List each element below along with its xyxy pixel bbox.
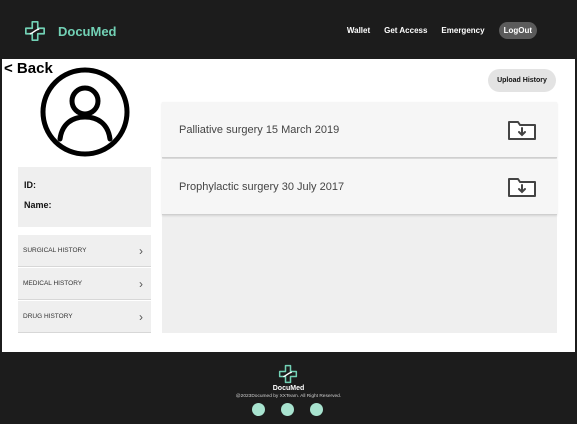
id-label: ID: bbox=[24, 180, 36, 190]
profile-card: ID: Name: bbox=[18, 167, 151, 227]
brand-name: DocuMed bbox=[58, 23, 117, 39]
social-link-icon[interactable] bbox=[310, 403, 323, 416]
medical-cross-icon bbox=[278, 364, 298, 384]
nav-links: Wallet Get Access Emergency LogOut bbox=[333, 22, 537, 39]
folder-download-icon[interactable] bbox=[507, 119, 537, 141]
menu-item-medical-history[interactable]: MEDICAL HISTORY › bbox=[18, 268, 151, 300]
record-title: Prophylactic surgery 30 July 2017 bbox=[179, 180, 345, 193]
history-menu: SURGICAL HISTORY › MEDICAL HISTORY › DRU… bbox=[18, 235, 151, 334]
menu-item-label: SURGICAL HISTORY bbox=[23, 247, 87, 254]
nav-wallet-link[interactable]: Wallet bbox=[347, 26, 370, 35]
footer-brand-name: DocuMed bbox=[272, 385, 305, 392]
chevron-right-icon: › bbox=[139, 276, 143, 291]
record-item[interactable]: Palliative surgery 15 March 2019 bbox=[162, 102, 557, 158]
folder-download-icon[interactable] bbox=[507, 176, 537, 198]
nav-get-access-link[interactable]: Get Access bbox=[384, 26, 427, 35]
menu-item-label: DRUG HISTORY bbox=[23, 313, 73, 320]
footer-copyright: @2023Documed by XXTeam. All Right Reserv… bbox=[235, 394, 342, 399]
menu-item-drug-history[interactable]: DRUG HISTORY › bbox=[18, 301, 151, 333]
records-panel: Palliative surgery 15 March 2019 Prophyl… bbox=[162, 102, 557, 333]
chevron-right-icon: › bbox=[139, 243, 143, 258]
medical-cross-icon bbox=[25, 21, 45, 41]
brand[interactable]: DocuMed bbox=[24, 20, 117, 42]
menu-item-label: MEDICAL HISTORY bbox=[23, 280, 83, 287]
top-navbar: DocuMed Wallet Get Access Emergency LogO… bbox=[2, 2, 575, 59]
record-item[interactable]: Prophylactic surgery 30 July 2017 bbox=[162, 159, 557, 215]
menu-item-surgical-history[interactable]: SURGICAL HISTORY › bbox=[18, 235, 151, 267]
social-link-icon[interactable] bbox=[252, 403, 265, 416]
main-content: < Back ID: Name: SURGICAL HISTORY › MEDI… bbox=[2, 59, 575, 352]
chevron-right-icon: › bbox=[139, 309, 143, 324]
user-avatar-icon bbox=[40, 67, 130, 157]
social-link-icon[interactable] bbox=[281, 403, 294, 416]
logout-button[interactable]: LogOut bbox=[498, 22, 537, 39]
social-links bbox=[252, 403, 339, 416]
record-title: Palliative surgery 15 March 2019 bbox=[179, 123, 340, 136]
nav-emergency-link[interactable]: Emergency bbox=[441, 26, 484, 35]
app-frame: DocuMed Wallet Get Access Emergency LogO… bbox=[0, 0, 577, 424]
footer: DocuMed @2023Documed by XXTeam. All Righ… bbox=[0, 352, 577, 424]
name-label: Name: bbox=[24, 200, 52, 210]
upload-history-button[interactable]: Upload History bbox=[488, 69, 556, 92]
